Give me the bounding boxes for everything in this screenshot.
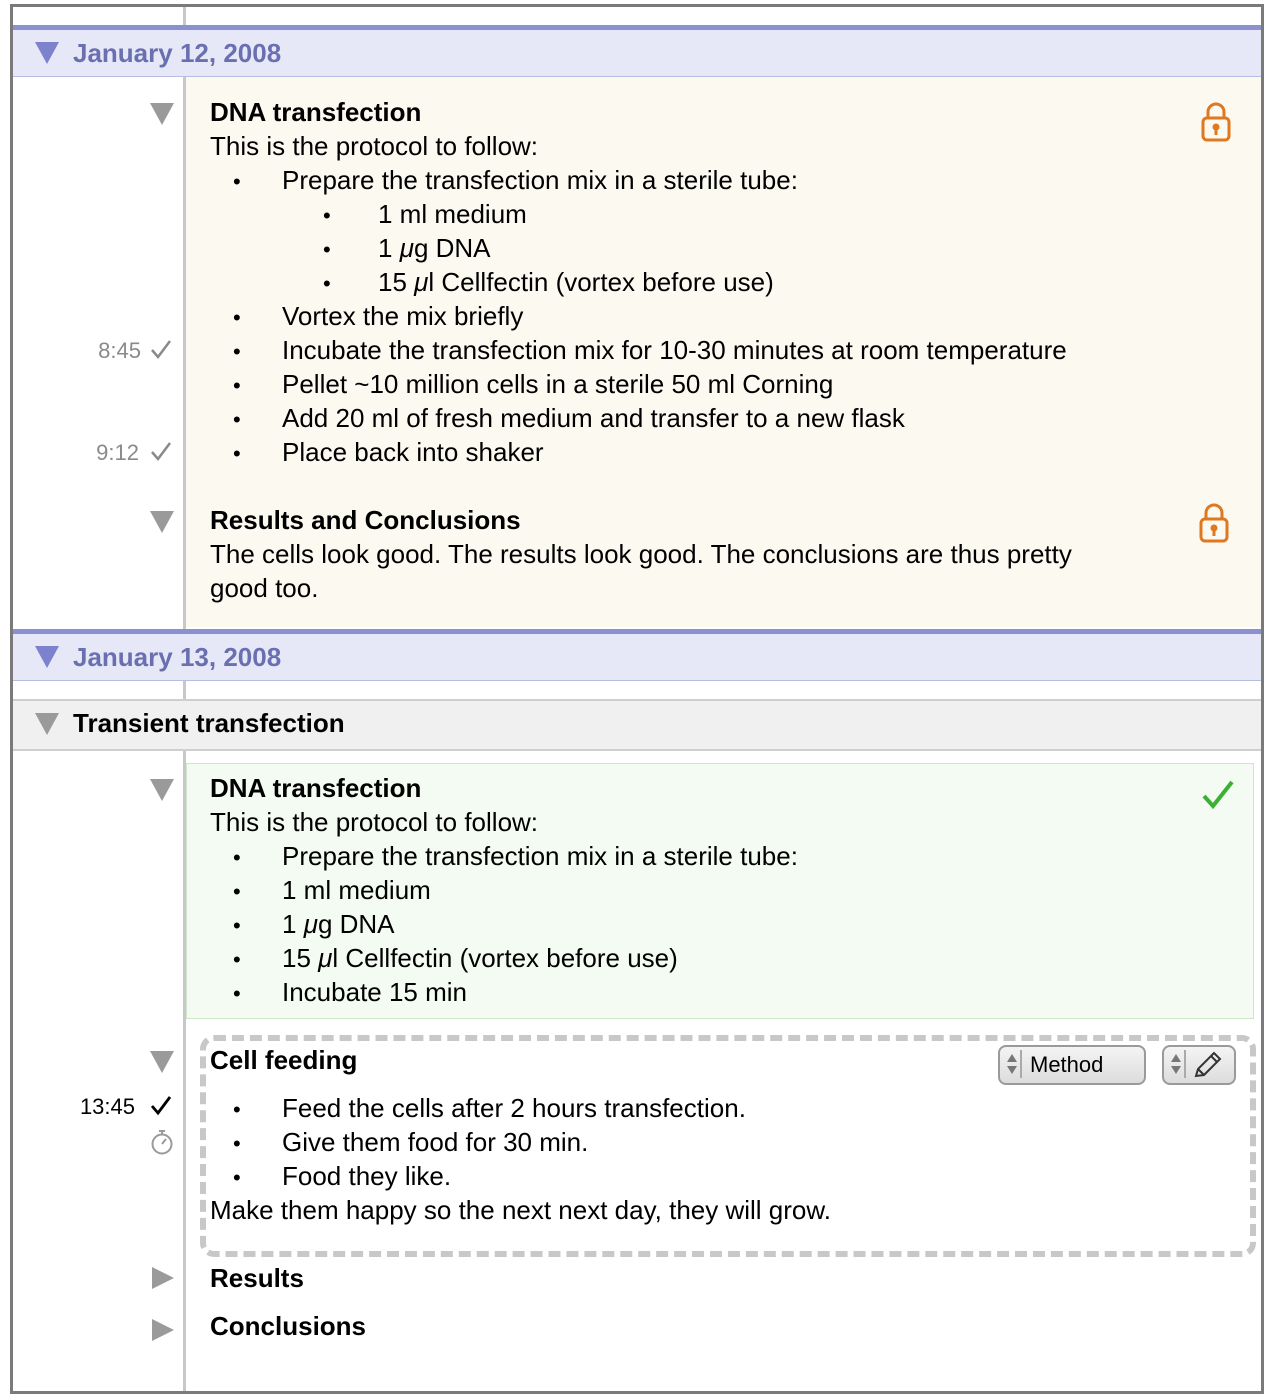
protocol-step: Prepare the transfection mix in a steril… <box>282 165 798 195</box>
entry-title[interactable]: Cell feeding <box>210 1045 357 1076</box>
bullet: • <box>233 913 241 938</box>
feeding-step[interactable]: Give them food for 30 min. <box>282 1127 588 1158</box>
bullet: • <box>233 441 241 466</box>
entry-title[interactable]: DNA transfection <box>210 97 421 128</box>
date-header-jan-13[interactable]: January 13, 2008 <box>13 629 1261 681</box>
step-done-check-icon[interactable] <box>150 338 172 360</box>
protocol-step: Incubate the transfection mix for 10-30 … <box>282 335 1067 365</box>
entry-expand-triangle-icon[interactable] <box>152 1319 174 1341</box>
lock-icon[interactable] <box>1199 503 1229 543</box>
protocol-step: Incubate 15 min <box>282 977 468 1007</box>
bullet: • <box>233 1165 241 1190</box>
feeding-note[interactable]: Make them happy so the next next day, th… <box>210 1195 831 1226</box>
results-text: The cells look good. The results look go… <box>210 539 1072 569</box>
edit-mode-select[interactable] <box>1162 1045 1236 1085</box>
step-done-check-icon[interactable] <box>150 1094 172 1116</box>
step-done-check-icon[interactable] <box>150 440 172 462</box>
protocol-step: 1 ml medium <box>282 875 431 905</box>
date-label: January 12, 2008 <box>73 38 282 68</box>
gutter-divider <box>183 681 186 699</box>
protocol-step: Vortex the mix briefly <box>282 301 524 331</box>
collapse-triangle-icon[interactable] <box>35 42 59 64</box>
protocol-step: Pellet ~10 million cells in a sterile 50… <box>282 369 834 399</box>
bullet: • <box>233 1097 241 1122</box>
entry-title[interactable]: Conclusions <box>210 1311 366 1342</box>
feeding-step[interactable]: Food they like. <box>282 1161 451 1192</box>
bullet: • <box>233 879 241 904</box>
step-time: 8:45 <box>98 338 141 363</box>
entry-collapse-triangle-icon[interactable] <box>150 511 174 533</box>
entry-collapse-triangle-icon[interactable] <box>150 779 174 801</box>
timer-icon[interactable] <box>150 1129 174 1155</box>
protocol-intro: This is the protocol to follow: <box>210 807 539 837</box>
bullet: • <box>233 845 241 870</box>
gutter-divider <box>183 77 186 629</box>
collapse-triangle-icon[interactable] <box>35 646 59 668</box>
entry-collapse-triangle-icon[interactable] <box>150 1051 174 1073</box>
entry-expand-triangle-icon[interactable] <box>152 1267 174 1289</box>
notebook-window: January 12, 2008 DNA transfection This i… <box>10 4 1264 1394</box>
select-arrows-icon <box>1006 1050 1022 1078</box>
step-time: 9:12 <box>96 440 139 465</box>
protocol-substep: 15 μl Cellfectin (vortex before use) <box>378 267 774 297</box>
lock-icon[interactable] <box>1201 102 1231 142</box>
bullet: • <box>233 1131 241 1156</box>
experiment-section-header[interactable]: Transient transfection <box>13 699 1261 751</box>
bullet: • <box>233 947 241 972</box>
protocol-step: 1 μg DNA <box>282 909 395 939</box>
entry-title[interactable]: Results <box>210 1263 304 1294</box>
protocol-step: Add 20 ml of fresh medium and transfer t… <box>282 403 905 433</box>
entry-title[interactable]: Results and Conclusions <box>210 505 521 536</box>
bullet: • <box>233 305 241 330</box>
gutter-divider <box>183 7 186 25</box>
pencil-icon <box>1194 1051 1222 1078</box>
bullet: • <box>233 169 241 194</box>
section-title: Transient transfection <box>73 708 345 738</box>
section-collapse-triangle-icon[interactable] <box>35 713 59 735</box>
protocol-step: 15 μl Cellfectin (vortex before use) <box>282 943 678 973</box>
protocol-intro: This is the protocol to follow: <box>210 131 539 161</box>
bullet: • <box>233 373 241 398</box>
completed-check-icon[interactable] <box>1201 779 1235 811</box>
feeding-step[interactable]: Feed the cells after 2 hours transfectio… <box>282 1093 746 1124</box>
entry-collapse-triangle-icon[interactable] <box>150 103 174 125</box>
bullet: • <box>323 203 331 228</box>
protocol-substep: 1 ml medium <box>378 199 527 229</box>
date-header-jan-12[interactable]: January 12, 2008 <box>13 25 1261 77</box>
protocol-step: Place back into shaker <box>282 437 544 467</box>
results-text: good too. <box>210 573 319 603</box>
bullet: • <box>323 237 331 262</box>
date-label: January 13, 2008 <box>73 642 282 672</box>
select-arrows-icon <box>1170 1050 1186 1078</box>
protocol-step: Prepare the transfection mix in a steril… <box>282 841 798 871</box>
bullet: • <box>233 339 241 364</box>
bullet: • <box>323 271 331 296</box>
bullet: • <box>233 981 241 1006</box>
step-time: 13:45 <box>79 1094 135 1119</box>
protocol-substep: 1 μg DNA <box>378 233 491 263</box>
entry-type-select[interactable]: Method <box>998 1045 1146 1085</box>
entry-title[interactable]: DNA transfection <box>210 773 421 804</box>
bullet: • <box>233 407 241 432</box>
entry-type-value: Method <box>1030 1052 1104 1077</box>
